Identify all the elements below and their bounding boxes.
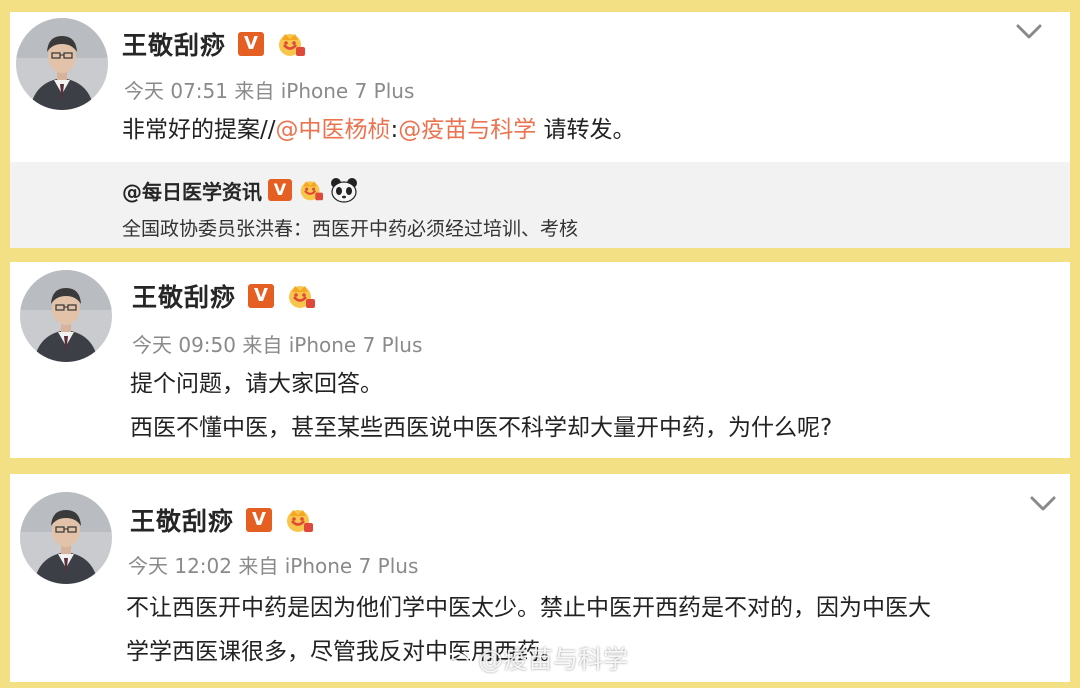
post-meta: 今天 12:02 来自 iPhone 7 Plus — [128, 550, 418, 579]
mention-link[interactable]: @疫苗与科学 — [398, 117, 536, 143]
post-text: 提个问题，请大家回答。 西医不懂中医，甚至某些西医说中医不科学却大量开中药，为什… — [130, 362, 832, 450]
member-crown-icon — [300, 181, 323, 201]
panda-icon — [331, 178, 357, 203]
post-source: 来自 iPhone 7 Plus — [238, 554, 419, 578]
weibo-post-2: 王敬刮痧 V 今天 09:50 来自 iPhone 7 Plus 提个问题，请大… — [10, 262, 1070, 458]
member-crown-icon — [287, 510, 314, 532]
repost-username[interactable]: @每日医学资讯 — [122, 176, 262, 205]
mention-link[interactable]: @中医杨桢 — [276, 117, 391, 143]
post-text-line: 提个问题，请大家回答。 — [130, 371, 383, 397]
verified-badge-icon: V — [268, 179, 292, 201]
member-crown-icon — [279, 34, 306, 56]
post-text: 非常好的提案//@中医杨桢:@疫苗与科学 请转发。 — [122, 108, 636, 152]
watermark-text: @疫苗与科学 — [478, 645, 629, 674]
avatar[interactable] — [16, 18, 108, 110]
username[interactable]: 王敬刮痧 — [132, 278, 236, 314]
post-time[interactable]: 今天 09:50 — [132, 333, 236, 357]
post-source: 来自 iPhone 7 Plus — [234, 79, 415, 103]
author-row: 王敬刮痧 V — [130, 502, 314, 538]
username[interactable]: 王敬刮痧 — [130, 502, 234, 538]
post-text-suffix: 请转发。 — [536, 117, 636, 143]
weibo-post-1: 王敬刮痧 V 今天 07:51 来自 iPhone 7 Plus 非常好的提案/… — [10, 12, 1070, 248]
verified-badge-icon: V — [238, 32, 265, 56]
post-text-line: 西医不懂中医，甚至某些西医说中医不科学却大量开中药，为什么呢? — [130, 415, 833, 441]
post-meta: 今天 09:50 来自 iPhone 7 Plus — [132, 329, 422, 358]
post-source: 来自 iPhone 7 Plus — [242, 333, 423, 357]
post-text-prefix: 非常好的提案// — [122, 117, 276, 143]
weibo-logo-icon — [441, 647, 472, 672]
avatar[interactable] — [20, 270, 112, 362]
post-meta: 今天 07:51 来自 iPhone 7 Plus — [124, 75, 414, 104]
chevron-down-icon[interactable] — [1016, 24, 1042, 40]
watermark: @疫苗与科学 — [440, 640, 628, 676]
verified-badge-icon: V — [248, 284, 275, 308]
username[interactable]: 王敬刮痧 — [122, 26, 226, 62]
author-row: 王敬刮痧 V — [132, 278, 316, 314]
member-crown-icon — [289, 286, 316, 308]
verified-badge-icon: V — [246, 508, 273, 532]
chevron-down-icon[interactable] — [1030, 496, 1056, 512]
repost-author-row: @每日医学资讯 V — [122, 176, 358, 204]
repost-text: 全国政协委员张洪春：西医开中药必须经过培训、考核 — [122, 218, 579, 240]
post-time[interactable]: 今天 07:51 — [124, 79, 228, 103]
post-time[interactable]: 今天 12:02 — [128, 554, 232, 578]
avatar[interactable] — [20, 492, 112, 584]
post-text-line: 不让西医开中药是因为他们学中医太少。禁止中医开西药是不对的，因为中医大 — [126, 595, 931, 621]
author-row: 王敬刮痧 V — [122, 26, 306, 62]
reposted-weibo[interactable]: @每日医学资讯 V 全国政协委员张洪春：西医开中药必须经过培训、考核 — [10, 162, 1070, 248]
